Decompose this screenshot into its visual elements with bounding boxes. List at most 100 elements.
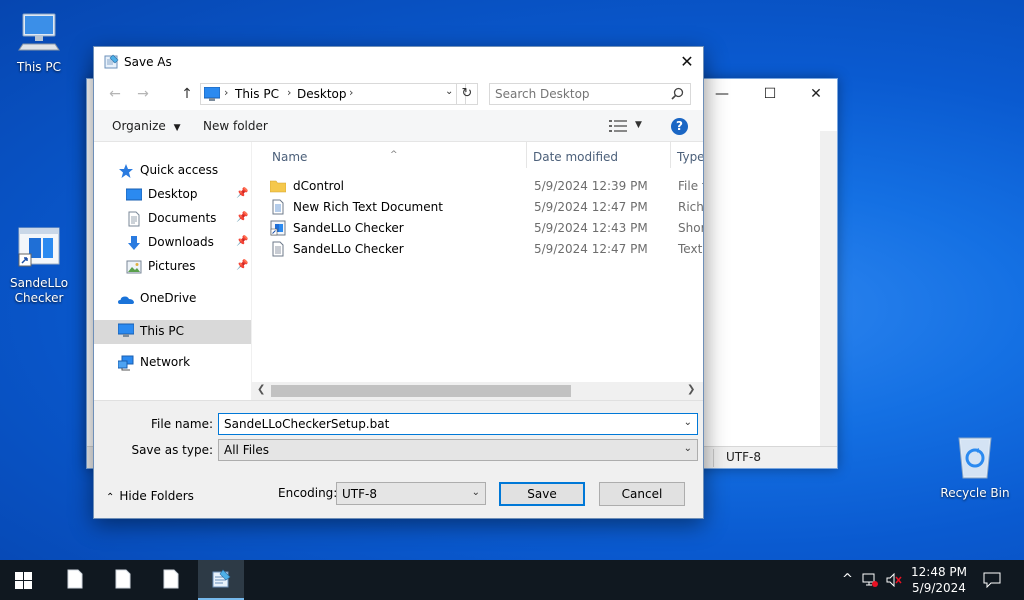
chevron-down-icon[interactable]: ⌄ [445, 86, 453, 97]
column-header-label: Type [677, 150, 703, 164]
column-header-type[interactable]: Type [671, 142, 703, 168]
nav-item-label: Downloads [148, 235, 214, 249]
scrollbar-thumb[interactable] [271, 385, 571, 397]
save-as-type-label: Save as type: [131, 443, 213, 457]
file-date: 5/9/2024 12:39 PM [534, 179, 648, 193]
cancel-button[interactable]: Cancel [599, 482, 685, 506]
maximize-button[interactable]: ☐ [747, 83, 793, 105]
hide-folders-button[interactable]: ⌃ Hide Folders [106, 489, 194, 503]
nav-item-quick-access[interactable]: Quick access [118, 160, 248, 182]
file-name-label: File name: [151, 417, 213, 431]
network-status-icon[interactable] [862, 573, 878, 587]
new-folder-button[interactable]: New folder [203, 119, 268, 133]
nav-item-label: Network [140, 355, 191, 369]
desktop-icon-label: Recycle Bin [940, 486, 1010, 500]
breadcrumb-separator: › [349, 86, 354, 99]
save-form: File name: ⌄ Save as type: All Files ⌄ ⌃… [94, 400, 703, 518]
shortcut-file-icon [270, 220, 286, 236]
chevron-down-icon: ⌄ [683, 443, 692, 454]
file-name-input[interactable] [224, 417, 664, 431]
nav-item-label: This PC [140, 324, 184, 338]
file-row[interactable]: SandeLLo Checker 5/9/2024 12:43 PM Short [252, 218, 703, 239]
encoding-dropdown[interactable]: UTF-8 ⌄ [336, 482, 486, 505]
taskbar-app-notepad[interactable] [198, 560, 244, 600]
file-row[interactable]: New Rich Text Document 5/9/2024 12:47 PM… [252, 197, 703, 218]
nav-item-label: Documents [148, 211, 217, 225]
column-header-label: Date modified [533, 150, 619, 164]
encoding-label: Encoding: [278, 486, 338, 500]
nav-item-desktop[interactable]: Desktop 📌 [126, 184, 251, 206]
view-options-icon[interactable] [609, 120, 627, 132]
vertical-scrollbar[interactable] [820, 131, 837, 451]
taskbar: ^ 12:48 PM 5/9/2024 [0, 560, 1024, 600]
nav-item-this-pc[interactable]: This PC [94, 320, 251, 344]
nav-item-downloads[interactable]: Downloads 📌 [126, 232, 251, 254]
save-button[interactable]: Save [499, 482, 585, 506]
desktop-folder-icon [126, 188, 142, 201]
file-name: SandeLLo Checker [293, 242, 404, 256]
breadcrumb-this-pc[interactable]: This PC [235, 87, 279, 101]
system-clock[interactable]: 12:48 PM 5/9/2024 [905, 564, 973, 596]
nav-item-label: OneDrive [140, 291, 197, 305]
column-header-date[interactable]: Date modified [527, 142, 670, 168]
downloads-icon [128, 236, 140, 250]
taskbar-app-document-1[interactable] [52, 560, 98, 600]
file-name-combobox[interactable]: ⌄ [218, 413, 698, 435]
status-encoding: UTF-8 [726, 450, 761, 464]
minimize-button[interactable]: — [699, 83, 745, 105]
file-type: Short [678, 221, 703, 235]
navigation-pane: Quick access Desktop 📌 Documents 📌 Downl… [94, 142, 251, 400]
volume-muted-icon[interactable] [886, 573, 902, 587]
up-arrow-icon[interactable]: ↑ [178, 86, 196, 102]
dialog-titlebar: Save As ✕ [94, 47, 703, 78]
file-row[interactable]: dControl 5/9/2024 12:39 PM File fo [252, 176, 703, 197]
organize-label: Organize [112, 119, 166, 133]
search-box[interactable] [489, 83, 691, 105]
desktop: This PC SandeLLo Checker Recycle Bin — ☐… [0, 0, 1024, 560]
pin-icon: 📌 [236, 236, 249, 247]
help-button[interactable]: ? [671, 118, 688, 135]
close-button[interactable]: ✕ [793, 83, 839, 105]
nav-item-onedrive[interactable]: OneDrive [118, 288, 248, 310]
star-icon [119, 164, 133, 178]
network-icon [118, 355, 134, 371]
save-as-type-dropdown[interactable]: All Files ⌄ [218, 439, 698, 461]
desktop-icon-label: SandeLLo Checker [9, 276, 69, 305]
search-input[interactable] [495, 87, 655, 101]
nav-item-label: Quick access [140, 163, 219, 177]
scroll-left-icon[interactable]: ❮ [257, 384, 265, 395]
dialog-close-button[interactable]: ✕ [671, 47, 703, 77]
desktop-icon-recycle-bin[interactable]: Recycle Bin [937, 432, 1013, 501]
start-button[interactable] [0, 560, 46, 600]
desktop-icon-this-pc[interactable]: This PC [1, 10, 77, 75]
taskbar-app-document-2[interactable] [100, 560, 146, 600]
file-row[interactable]: SandeLLo Checker 5/9/2024 12:47 PM Text … [252, 239, 703, 260]
dialog-title: Save As [124, 55, 172, 69]
view-dropdown-icon[interactable]: ▼ [635, 120, 642, 130]
address-bar[interactable]: › This PC › Desktop › ⌄ [200, 83, 466, 105]
encoding-value: UTF-8 [342, 487, 377, 501]
taskbar-app-document-3[interactable] [148, 560, 194, 600]
back-arrow-icon[interactable]: ← [106, 86, 124, 102]
notepad-icon [212, 569, 231, 588]
nav-item-documents[interactable]: Documents 📌 [126, 208, 251, 230]
breadcrumb-desktop[interactable]: Desktop [297, 87, 347, 101]
status-divider [713, 449, 714, 467]
hide-folders-label: Hide Folders [119, 489, 194, 503]
chevron-down-icon[interactable]: ⌄ [684, 417, 692, 428]
notification-center-icon[interactable] [983, 572, 1001, 588]
refresh-button[interactable]: ↻ [456, 83, 478, 105]
organize-button[interactable]: Organize ▼ [112, 119, 181, 133]
desktop-icon-sandello-checker[interactable]: SandeLLo Checker [1, 226, 77, 306]
column-header-label: Name [272, 150, 308, 164]
notepad-icon [104, 54, 119, 69]
scroll-right-icon[interactable]: ❯ [687, 384, 695, 395]
clock-date: 5/9/2024 [912, 581, 966, 595]
forward-arrow-icon[interactable]: → [134, 86, 152, 102]
nav-item-network[interactable]: Network [118, 352, 248, 374]
tray-overflow-chevron-icon[interactable]: ^ [842, 572, 853, 587]
nav-item-pictures[interactable]: Pictures 📌 [126, 256, 251, 278]
file-date: 5/9/2024 12:47 PM [534, 242, 648, 256]
column-header-name[interactable]: Name ^ [252, 142, 526, 168]
horizontal-scrollbar[interactable]: ❮ ❯ [251, 382, 703, 400]
